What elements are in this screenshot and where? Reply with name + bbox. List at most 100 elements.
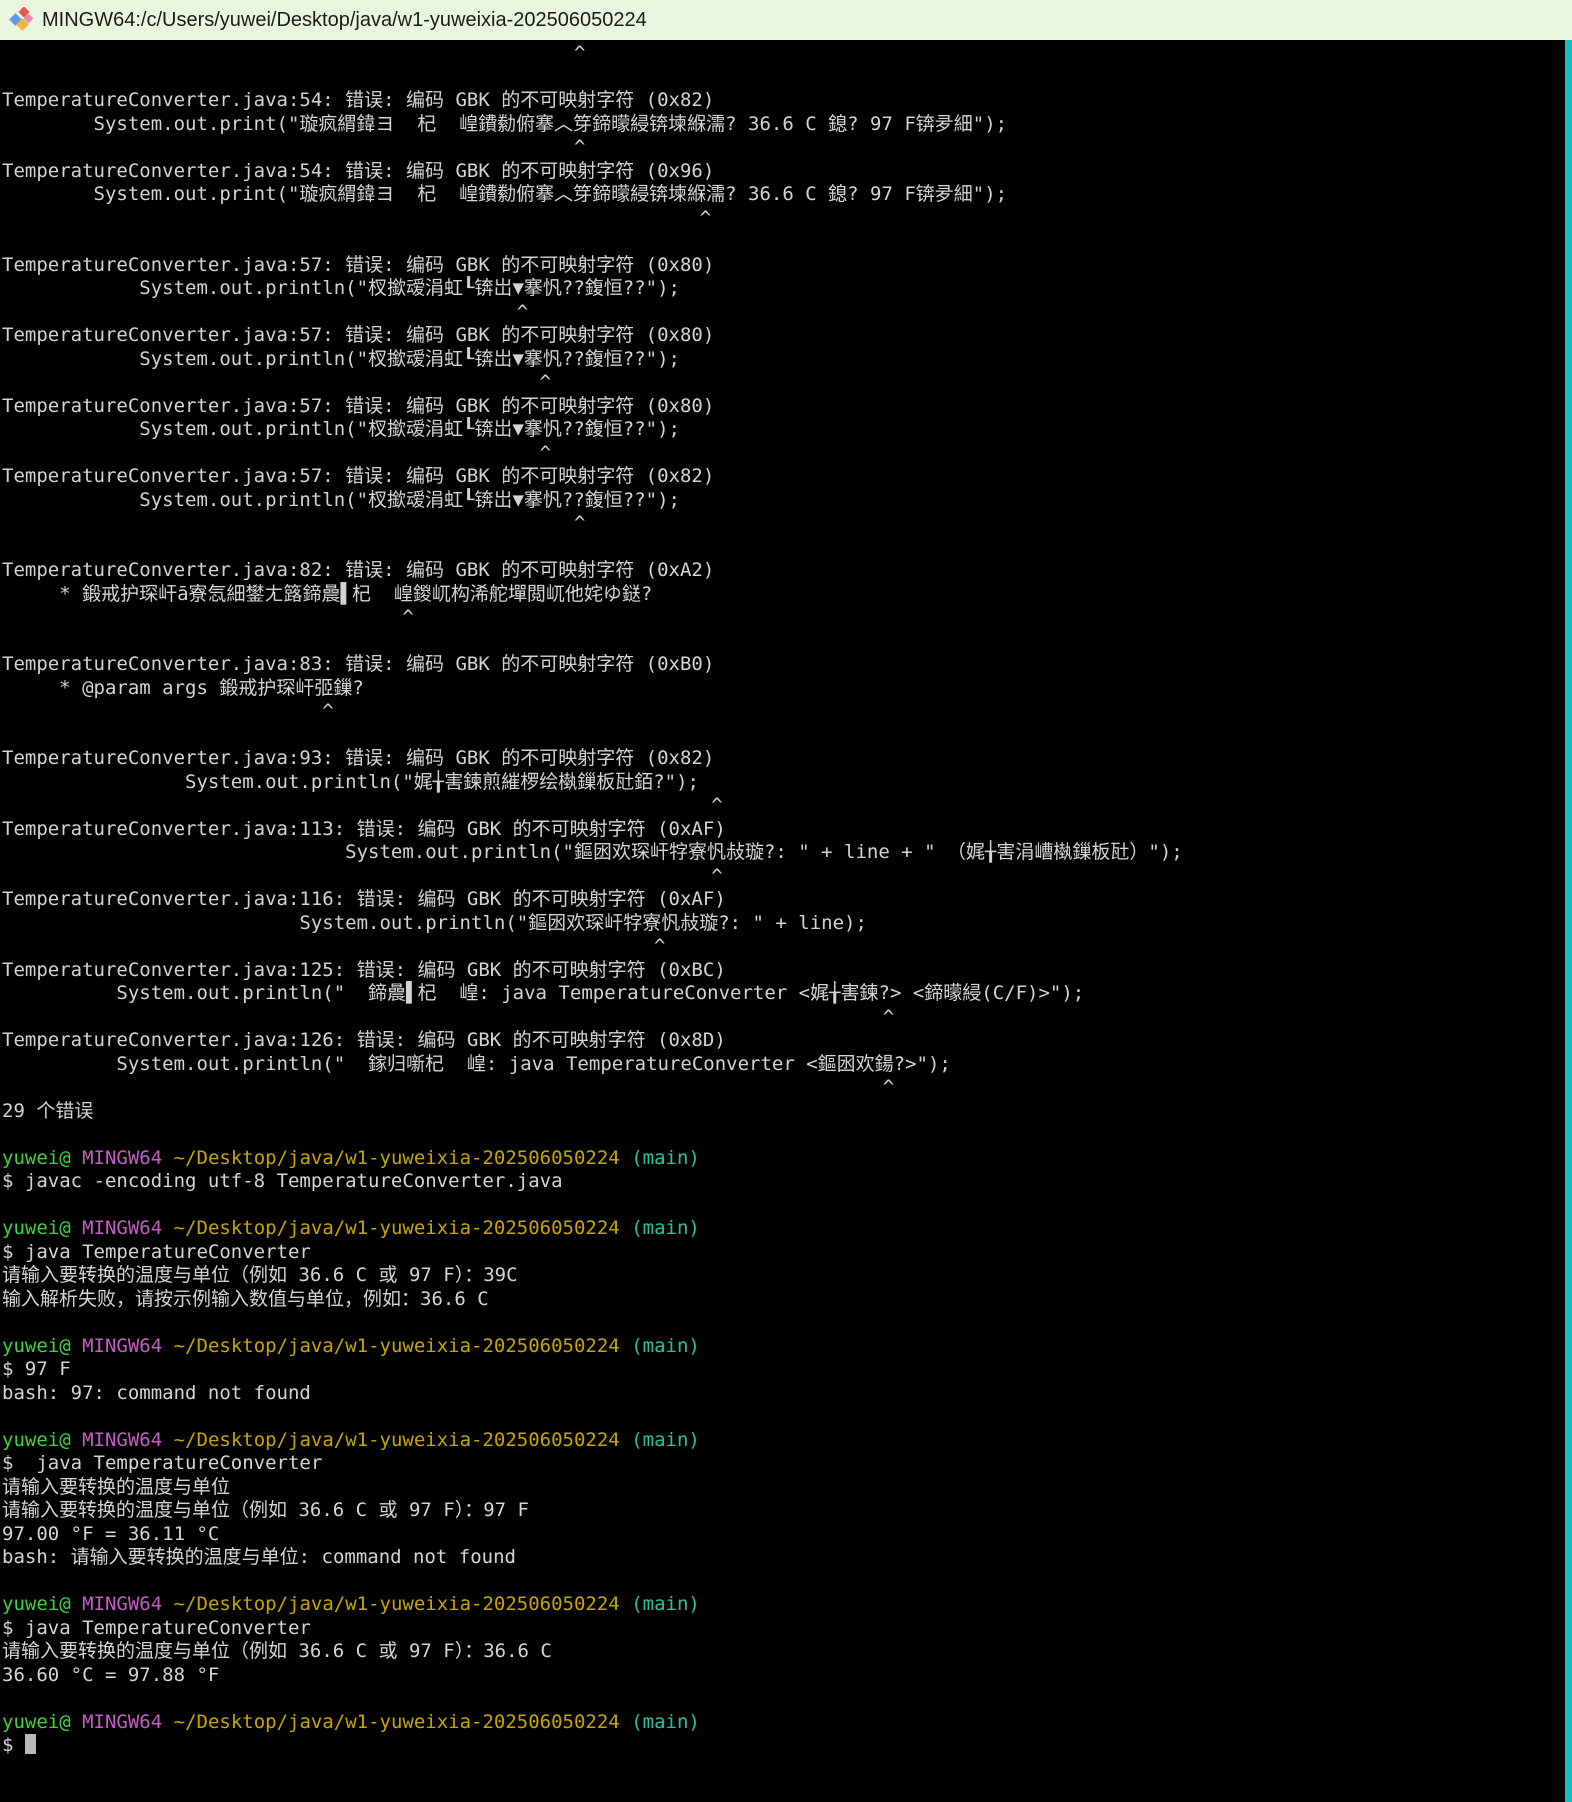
- terminal-blank-line: [2, 1123, 1572, 1147]
- prompt-space: [620, 1429, 631, 1451]
- terminal-line: 36.60 °C = 97.88 °F: [2, 1664, 1572, 1688]
- shell-prompt-line: yuwei@ MINGW64 ~/Desktop/java/w1-yuweixi…: [2, 1335, 1572, 1359]
- prompt-space: [162, 1335, 173, 1357]
- prompt-space: [71, 1711, 82, 1733]
- terminal-line: 请输入要转换的温度与单位（例如 36.6 C 或 97 F）：36.6 C: [2, 1640, 1572, 1664]
- prompt-user: yuwei@: [2, 1429, 71, 1451]
- error-caret-line: ^: [2, 1006, 1572, 1030]
- prompt-dollar: $: [2, 1734, 25, 1756]
- terminal-line: TemperatureConverter.java:57: 错误: 编码 GBK…: [2, 465, 1572, 489]
- terminal-line: System.out.println(" 鍗曟▌杞 崲: java Temper…: [2, 982, 1572, 1006]
- msys2-icon: [8, 7, 34, 33]
- terminal-blank-line: [2, 536, 1572, 560]
- prompt-user: yuwei@: [2, 1593, 71, 1615]
- prompt-space: [71, 1593, 82, 1615]
- terminal-line: $ java TemperatureConverter: [2, 1617, 1572, 1641]
- prompt-git-branch: (main): [631, 1593, 700, 1615]
- terminal-line: 97.00 °F = 36.11 °C: [2, 1523, 1572, 1547]
- terminal-blank-line: [2, 1405, 1572, 1429]
- terminal-line: System.out.println("鏂囦欢琛屽牸寮忛敊璇?: " + lin…: [2, 841, 1572, 865]
- terminal-line: System.out.println("鏂囦欢琛屽牸寮忛敊璇?: " + lin…: [2, 912, 1572, 936]
- terminal-blank-line: [2, 1194, 1572, 1218]
- error-caret-line: ^: [2, 700, 1572, 724]
- prompt-space: [71, 1335, 82, 1357]
- terminal-line: $ java TemperatureConverter: [2, 1241, 1572, 1265]
- terminal-line: System.out.println("杈撳叆涓虹┖锛岀▼搴忛??鍑恒??");: [2, 348, 1572, 372]
- shell-prompt-line: yuwei@ MINGW64 ~/Desktop/java/w1-yuweixi…: [2, 1217, 1572, 1241]
- terminal-line: System.out.println("杈撳叆涓虹┖锛岀▼搴忛??鍑恒??");: [2, 277, 1572, 301]
- prompt-msystem: MINGW64: [82, 1217, 162, 1239]
- prompt-space: [71, 1429, 82, 1451]
- error-caret-line: ^: [2, 371, 1572, 395]
- terminal-line: TemperatureConverter.java:83: 错误: 编码 GBK…: [2, 653, 1572, 677]
- prompt-user: yuwei@: [2, 1711, 71, 1733]
- prompt-space: [620, 1217, 631, 1239]
- terminal-blank-line: [2, 1570, 1572, 1594]
- terminal-line: 输入解析失败，请按示例输入数值与单位，例如：36.6 C: [2, 1288, 1572, 1312]
- terminal-output[interactable]: ^TemperatureConverter.java:54: 错误: 编码 GB…: [0, 40, 1572, 1802]
- terminal-line: $ java TemperatureConverter: [2, 1452, 1572, 1476]
- command-input-line[interactable]: $: [2, 1734, 1572, 1758]
- error-caret-line: ^: [2, 935, 1572, 959]
- error-caret-line: ^: [2, 865, 1572, 889]
- prompt-space: [162, 1593, 173, 1615]
- prompt-msystem: MINGW64: [82, 1711, 162, 1733]
- terminal-blank-line: [2, 66, 1572, 90]
- prompt-msystem: MINGW64: [82, 1335, 162, 1357]
- terminal-line: TemperatureConverter.java:57: 错误: 编码 GBK…: [2, 395, 1572, 419]
- prompt-space: [162, 1217, 173, 1239]
- prompt-space: [620, 1711, 631, 1733]
- terminal-line: System.out.print("璇疯緭鍏ヨ 杞 崲鐨勬俯搴︿笌鍗曚綅锛堜緥濡…: [2, 113, 1572, 137]
- terminal-line: * 鍛戒护琛屽ā寮忥細鐢ㄤ簬鍗曟▌杞 崲鍐屼构浠舵墠閲屼他姹ゆ鎹?: [2, 583, 1572, 607]
- terminal-line: System.out.println("杈撳叆涓虹┖锛岀▼搴忛??鍑恒??");: [2, 418, 1572, 442]
- error-caret-line: ^: [2, 136, 1572, 160]
- prompt-space: [162, 1429, 173, 1451]
- prompt-space: [162, 1711, 173, 1733]
- terminal-blank-line: [2, 724, 1572, 748]
- prompt-path: ~/Desktop/java/w1-yuweixia-202506050224: [174, 1429, 620, 1451]
- prompt-git-branch: (main): [631, 1429, 700, 1451]
- prompt-msystem: MINGW64: [82, 1147, 162, 1169]
- prompt-path: ~/Desktop/java/w1-yuweixia-202506050224: [174, 1711, 620, 1733]
- shell-prompt-line: yuwei@ MINGW64 ~/Desktop/java/w1-yuweixi…: [2, 1593, 1572, 1617]
- error-caret-line: ^: [2, 606, 1572, 630]
- prompt-space: [71, 1217, 82, 1239]
- terminal-line: TemperatureConverter.java:116: 错误: 编码 GB…: [2, 888, 1572, 912]
- terminal-line: System.out.println("娓╁害鍊煎繀椤绘槸鏁板瓧銆?");: [2, 771, 1572, 795]
- prompt-space: [620, 1147, 631, 1169]
- prompt-path: ~/Desktop/java/w1-yuweixia-202506050224: [174, 1217, 620, 1239]
- prompt-msystem: MINGW64: [82, 1593, 162, 1615]
- terminal-line: System.out.print("璇疯緭鍏ヨ 杞 崲鐨勬俯搴︿笌鍗曚綅锛堜緥濡…: [2, 183, 1572, 207]
- prompt-path: ~/Desktop/java/w1-yuweixia-202506050224: [174, 1593, 620, 1615]
- prompt-space: [71, 1147, 82, 1169]
- terminal-line: 29 个错误: [2, 1100, 1572, 1124]
- terminal-line: * @param args 鍛戒护琛屽弬鏁?: [2, 677, 1572, 701]
- prompt-path: ~/Desktop/java/w1-yuweixia-202506050224: [174, 1335, 620, 1357]
- terminal-line: bash: 请输入要转换的温度与单位: command not found: [2, 1546, 1572, 1570]
- prompt-space: [620, 1335, 631, 1357]
- terminal-line: 请输入要转换的温度与单位（例如 36.6 C 或 97 F）：97 F: [2, 1499, 1572, 1523]
- terminal-line: System.out.println(" 鎵归噺杞 崲: java Temper…: [2, 1053, 1572, 1077]
- terminal-line: 请输入要转换的温度与单位（例如 36.6 C 或 97 F）：39C: [2, 1264, 1572, 1288]
- terminal-line: TemperatureConverter.java:82: 错误: 编码 GBK…: [2, 559, 1572, 583]
- terminal-line: TemperatureConverter.java:126: 错误: 编码 GB…: [2, 1029, 1572, 1053]
- window-title-bar[interactable]: MINGW64:/c/Users/yuwei/Desktop/java/w1-y…: [0, 0, 1572, 40]
- prompt-msystem: MINGW64: [82, 1429, 162, 1451]
- prompt-user: yuwei@: [2, 1217, 71, 1239]
- terminal-line: 请输入要转换的温度与单位: [2, 1476, 1572, 1500]
- shell-prompt-line: yuwei@ MINGW64 ~/Desktop/java/w1-yuweixi…: [2, 1429, 1572, 1453]
- terminal-scrollbar[interactable]: [1565, 40, 1572, 1802]
- prompt-space: [620, 1593, 631, 1615]
- terminal-line: TemperatureConverter.java:54: 错误: 编码 GBK…: [2, 89, 1572, 113]
- terminal-line: TemperatureConverter.java:57: 错误: 编码 GBK…: [2, 324, 1572, 348]
- terminal-line: TemperatureConverter.java:57: 错误: 编码 GBK…: [2, 254, 1572, 278]
- terminal-line: TemperatureConverter.java:54: 错误: 编码 GBK…: [2, 160, 1572, 184]
- prompt-user: yuwei@: [2, 1335, 71, 1357]
- prompt-git-branch: (main): [631, 1147, 700, 1169]
- error-caret-line: ^: [2, 794, 1572, 818]
- terminal-line: TemperatureConverter.java:125: 错误: 编码 GB…: [2, 959, 1572, 983]
- terminal-blank-line: [2, 1687, 1572, 1711]
- terminal-blank-line: [2, 630, 1572, 654]
- error-caret-line: ^: [2, 512, 1572, 536]
- shell-prompt-line: yuwei@ MINGW64 ~/Desktop/java/w1-yuweixi…: [2, 1147, 1572, 1171]
